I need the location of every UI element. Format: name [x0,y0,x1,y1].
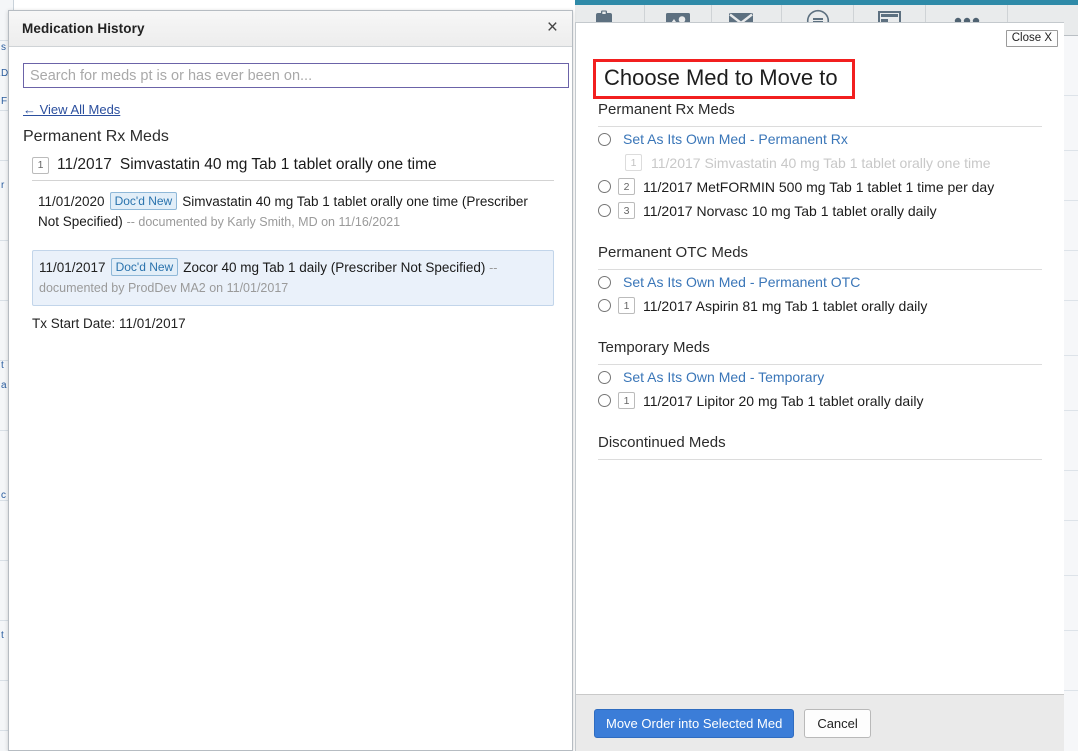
entry-meta: -- documented by Karly Smith, MD on 11/1… [126,215,401,230]
med-description: Simvastatin 40 mg Tab 1 tablet orally on… [119,156,437,173]
chooser-option-set-own[interactable]: Set As Its Own Med - Temporary [598,365,1042,388]
chooser-group: Discontinued Meds [598,434,1042,460]
radio-button[interactable] [598,204,611,217]
history-entry-selected[interactable]: 11/01/2017 Doc'd New Zocor 40 mg Tab 1 dai… [32,249,554,306]
chooser-option-med: 1 11/2017 Simvastatin 40 mg Tab 1 tablet … [598,150,1042,174]
med-number-badge: 3 [618,202,635,219]
chooser-option-label: 11/2017 Norvasc 10 mg Tab 1 tablet orall… [643,202,937,219]
chooser-option-link[interactable]: Set As Its Own Med - Permanent Rx [623,131,848,147]
move-order-button[interactable]: Move Order into Selected Med [594,708,795,738]
med-number-badge: 1 [618,392,635,409]
search-input[interactable] [23,63,569,88]
radio-button[interactable] [598,180,611,193]
med-date: 11/2017 [57,156,112,173]
background-divider [1064,355,1078,356]
chooser-option-label: 11/2017 MetFORMIN 500 mg Tab 1 tablet 1 … [643,178,995,195]
chooser-footer: Move Order into Selected Med Cancel [576,694,1064,751]
chooser-group: Permanent OTC Meds Set As Its Own Med - P… [598,244,1042,317]
background-divider [1064,150,1078,151]
radio-button[interactable] [598,275,611,289]
entry-date: 11/01/2017 [39,259,106,275]
background-divider [1064,200,1078,201]
radio-button[interactable] [598,370,611,384]
chooser-option-label: 11/2017 Simvastatin 40 mg Tab 1 tablet o… [651,154,991,171]
dialog-titlebar: Medication History × [9,11,572,47]
chooser-option-med[interactable]: 1 11/2017 Aspirin 81 mg Tab 1 tablet oral… [598,293,1042,317]
chooser-group: Permanent Rx Meds Set As Its Own Med - Pe… [598,101,1042,222]
chooser-group: Temporary Meds Set As Its Own Med - Tempo… [598,339,1042,412]
chooser-option-set-own[interactable]: Set As Its Own Med - Permanent Rx [598,127,1042,150]
background-divider [1064,520,1078,521]
background-divider [1064,690,1078,691]
close-button[interactable]: Close X [1005,30,1058,47]
background-divider [1064,410,1078,411]
status-badge: Doc'd New [110,257,179,276]
background-divider [1064,630,1078,631]
chooser-group-list: Permanent Rx Meds Set As Its Own Med - Pe… [576,101,1064,694]
chooser-option-set-own[interactable]: Set As Its Own Med - Permanent OTC [598,270,1042,293]
medication-history-dialog: Medication History × ← View All Meds Per… [8,10,573,751]
chooser-option-med[interactable]: 3 11/2017 Norvasc 10 mg Tab 1 tablet oral… [598,198,1042,222]
background-divider [1064,470,1078,471]
med-title-row: 1 11/2017 Simvastatin 40 mg Tab 1 tablet… [32,156,554,181]
chooser-group-heading: Temporary Meds [598,339,1042,365]
background-divider [1064,95,1078,96]
page-title: Medication History [22,21,145,36]
radio-button[interactable] [598,394,611,407]
choose-med-dialog: Close X Choose Med to Move to Permanent … [575,22,1064,751]
background-divider [1064,250,1078,251]
entry-text: Zocor 40 mg Tab 1 daily (Prescriber Not … [183,259,486,275]
history-entry[interactable]: 11/01/2020 Doc'd New Simvastatin 40 mg Tab… [32,185,554,240]
med-number-badge: 1 [625,154,642,171]
med-number-badge: 2 [618,178,635,195]
med-number-badge: 1 [618,297,635,314]
status-badge: Doc'd New [109,192,178,210]
close-icon[interactable]: × [543,18,562,40]
chooser-option-med[interactable]: 2 11/2017 MetFORMIN 500 mg Tab 1 tablet 1… [598,174,1042,198]
chooser-option-label: 11/2017 Aspirin 81 mg Tab 1 tablet orall… [643,297,928,314]
chooser-option-link[interactable]: Set As Its Own Med - Permanent OTC [623,274,860,290]
section-heading-permanent-rx: Permanent Rx Meds [23,128,169,145]
dialog-body: ← View All Meds Permanent Rx Meds 1 11/2… [9,47,572,331]
entry-date: 11/01/2020 [38,194,105,209]
chooser-group-heading: Permanent Rx Meds [598,101,1042,127]
background-divider [1064,575,1078,576]
tx-start-date: Tx Start Date: 11/01/2017 [32,316,186,331]
radio-button[interactable] [598,132,611,146]
cancel-button[interactable]: Cancel [804,708,871,738]
chooser-option-link[interactable]: Set As Its Own Med - Temporary [623,369,824,385]
background-right-strip [1064,0,1078,751]
screen: sDFrtact Medication History × Search for… [0,0,1078,751]
chooser-group-heading: Permanent OTC Meds [598,244,1042,270]
chooser-group-heading: Discontinued Meds [598,434,1042,460]
chooser-option-med[interactable]: 1 11/2017 Lipitor 20 mg Tab 1 tablet oral… [598,388,1042,412]
med-number-badge: 1 [32,156,49,174]
radio-button[interactable] [598,299,611,312]
chooser-option-label: 11/2017 Lipitor 20 mg Tab 1 tablet orall… [643,392,924,409]
background-divider [1064,300,1078,301]
chooser-title: Choose Med to Move to [593,59,855,99]
view-all-meds-link[interactable]: ← View All Meds [23,102,120,117]
med-group: 1 11/2017 Simvastatin 40 mg Tab 1 tablet… [32,156,554,331]
